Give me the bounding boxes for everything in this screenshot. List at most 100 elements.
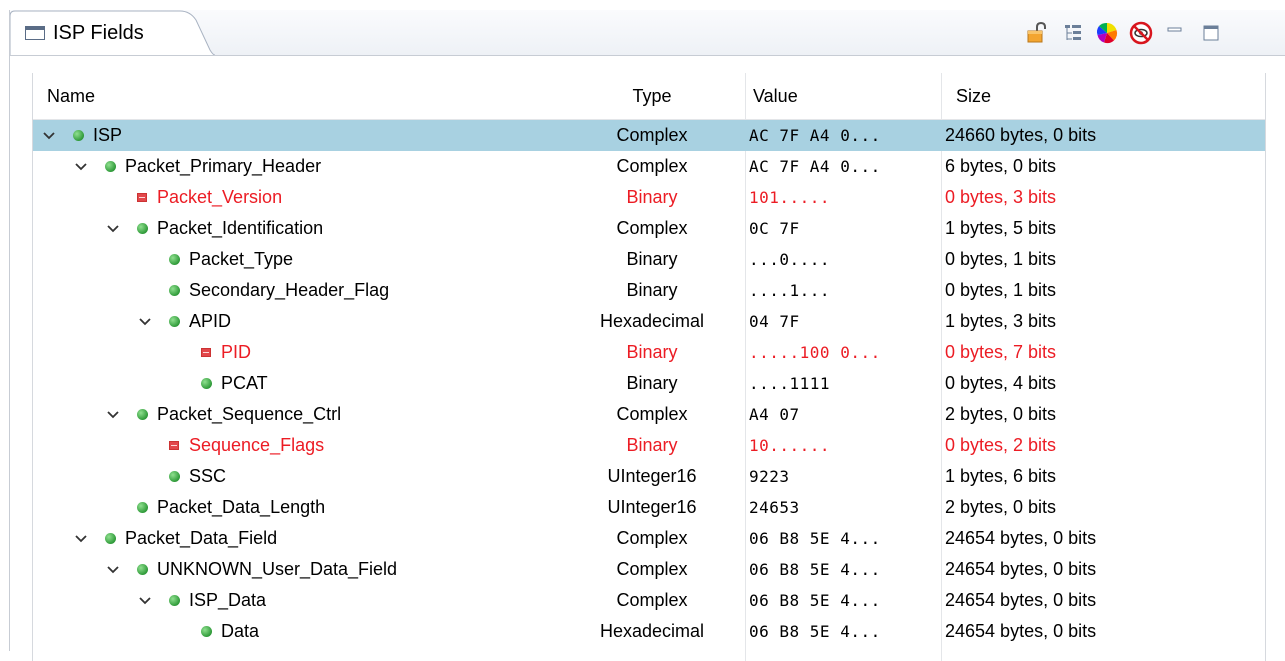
cell-name: ISP_Data (33, 585, 563, 616)
cell-type: Complex (616, 528, 688, 548)
field-node-icon (167, 585, 181, 616)
isp-fields-tree-table[interactable]: Name Type Value Size ISP Complex AC 7F A4 … (32, 73, 1266, 661)
table-row[interactable]: Sequence_Flags Binary 10...... 0 bytes, 2 b… (33, 430, 1265, 461)
cell-name: ISP (33, 120, 563, 151)
table-row[interactable]: ISP Complex AC 7F A4 0... 24660 bytes, 0 bi… (33, 120, 1265, 151)
field-name: Secondary_Header_Flag (189, 280, 390, 300)
table-row[interactable]: PCAT Binary ....1111 0 bytes, 4 bits (33, 368, 1265, 399)
field-node-icon (167, 461, 181, 492)
cell-type: Hexadecimal (599, 621, 705, 641)
cell-type: Binary (626, 435, 678, 455)
table-header: Name Type Value Size (33, 73, 1265, 120)
field-name: PID (221, 342, 252, 362)
field-node-icon (135, 213, 149, 244)
table-body: ISP Complex AC 7F A4 0... 24660 bytes, 0 bi… (33, 120, 1265, 647)
cell-value: AC 7F A4 0... (749, 157, 881, 176)
cell-name: Secondary_Header_Flag (33, 275, 563, 306)
table-row[interactable]: Packet_Type Binary ...0.... 0 bytes, 1 bits (33, 244, 1265, 275)
cell-name: PCAT (33, 368, 563, 399)
cell-type: Complex (616, 156, 688, 176)
column-header-type[interactable]: Type (563, 73, 741, 119)
cell-size: 0 bytes, 1 bits (945, 280, 1057, 300)
color-wheel-icon[interactable] (1094, 20, 1120, 46)
cell-name: Data (33, 616, 563, 647)
field-name: Sequence_Flags (189, 435, 325, 455)
chevron-down-icon[interactable] (137, 585, 153, 616)
table-row[interactable]: UNKNOWN_User_Data_Field Complex 06 B8 5E 4… (33, 554, 1265, 585)
chevron-down-icon[interactable] (73, 523, 89, 554)
chevron-down-icon[interactable] (73, 151, 89, 182)
field-name: Packet_Primary_Header (125, 156, 322, 176)
field-node-icon (135, 399, 149, 430)
field-node-icon (103, 151, 117, 182)
field-node-icon (135, 554, 149, 585)
table-row[interactable]: Packet_Identification Complex 0C 7F 1 bytes… (33, 213, 1265, 244)
chevron-down-icon[interactable] (105, 213, 121, 244)
tree-layout-icon[interactable] (1060, 20, 1086, 46)
cell-value: 101..... (749, 188, 831, 207)
column-header-size[interactable]: Size (956, 73, 991, 119)
cell-size: 2 bytes, 0 bits (945, 404, 1057, 424)
cell-value: 06 B8 5E 4... (749, 591, 881, 610)
tab-label: ISP Fields (53, 22, 144, 44)
cell-type: UInteger16 (607, 466, 697, 486)
cell-size: 24654 bytes, 0 bits (945, 528, 1097, 548)
table-row[interactable]: ISP_Data Complex 06 B8 5E 4... 24654 bytes,… (33, 585, 1265, 616)
cell-size: 1 bytes, 3 bits (945, 311, 1057, 331)
table-row[interactable]: SSC UInteger16 9223 1 bytes, 6 bits (33, 461, 1265, 492)
cell-size: 24654 bytes, 0 bits (945, 621, 1097, 641)
column-header-value[interactable]: Value (753, 73, 798, 119)
cell-size: 24660 bytes, 0 bits (945, 125, 1097, 145)
field-error-icon (199, 337, 213, 368)
table-row[interactable]: Secondary_Header_Flag Binary ....1... 0 byt… (33, 275, 1265, 306)
hide-filter-icon[interactable] (1128, 20, 1154, 46)
minimize-icon[interactable] (1162, 20, 1188, 46)
field-name: APID (189, 311, 232, 331)
field-node-icon (167, 244, 181, 275)
field-name: PCAT (221, 373, 268, 393)
field-name: Packet_Version (157, 187, 283, 207)
field-name: SSC (189, 466, 227, 486)
cell-type: Complex (616, 404, 688, 424)
cell-value: .....100 0... (749, 343, 881, 362)
cell-value: AC 7F A4 0... (749, 126, 881, 145)
cell-name: Packet_Sequence_Ctrl (33, 399, 563, 430)
cell-type: Hexadecimal (599, 311, 705, 331)
view-icon (25, 26, 45, 40)
cell-value: ....1111 (749, 374, 831, 393)
field-node-icon (71, 120, 85, 151)
table-row[interactable]: Packet_Data_Field Complex 06 B8 5E 4... 246… (33, 523, 1265, 554)
field-node-icon (199, 616, 213, 647)
field-node-icon (199, 368, 213, 399)
chevron-down-icon[interactable] (137, 306, 153, 337)
cell-size: 0 bytes, 2 bits (945, 435, 1057, 455)
cell-size: 2 bytes, 0 bits (945, 497, 1057, 517)
chevron-down-icon[interactable] (105, 554, 121, 585)
cell-type: Binary (626, 187, 678, 207)
maximize-icon[interactable] (1198, 20, 1224, 46)
cell-type: Binary (626, 342, 678, 362)
field-name: ISP_Data (189, 590, 267, 610)
table-row[interactable]: Packet_Sequence_Ctrl Complex A4 07 2 bytes,… (33, 399, 1265, 430)
cell-type: Complex (616, 559, 688, 579)
chevron-down-icon[interactable] (105, 399, 121, 430)
cell-name: Packet_Version (33, 182, 563, 213)
field-node-icon (103, 523, 117, 554)
cell-value: 24653 (749, 498, 800, 517)
cell-value: A4 07 (749, 405, 800, 424)
table-row[interactable]: APID Hexadecimal 04 7F 1 bytes, 3 bits (33, 306, 1265, 337)
cell-type: Complex (616, 125, 688, 145)
cell-value: 06 B8 5E 4... (749, 529, 881, 548)
table-row[interactable]: Packet_Data_Length UInteger16 24653 2 bytes… (33, 492, 1265, 523)
table-row[interactable]: Packet_Primary_Header Complex AC 7F A4 0..… (33, 151, 1265, 182)
cell-name: Packet_Data_Length (33, 492, 563, 523)
lock-open-icon[interactable] (1024, 20, 1050, 46)
cell-value: 0C 7F (749, 219, 800, 238)
table-row[interactable]: PID Binary .....100 0... 0 bytes, 7 bits (33, 337, 1265, 368)
cell-name: Packet_Data_Field (33, 523, 563, 554)
table-row[interactable]: Packet_Version Binary 101..... 0 bytes, 3 b… (33, 182, 1265, 213)
column-header-name[interactable]: Name (47, 73, 95, 119)
chevron-down-icon[interactable] (41, 120, 57, 151)
table-row[interactable]: Data Hexadecimal 06 B8 5E 4... 24654 bytes,… (33, 616, 1265, 647)
tab-isp-fields[interactable]: ISP Fields (10, 10, 215, 55)
